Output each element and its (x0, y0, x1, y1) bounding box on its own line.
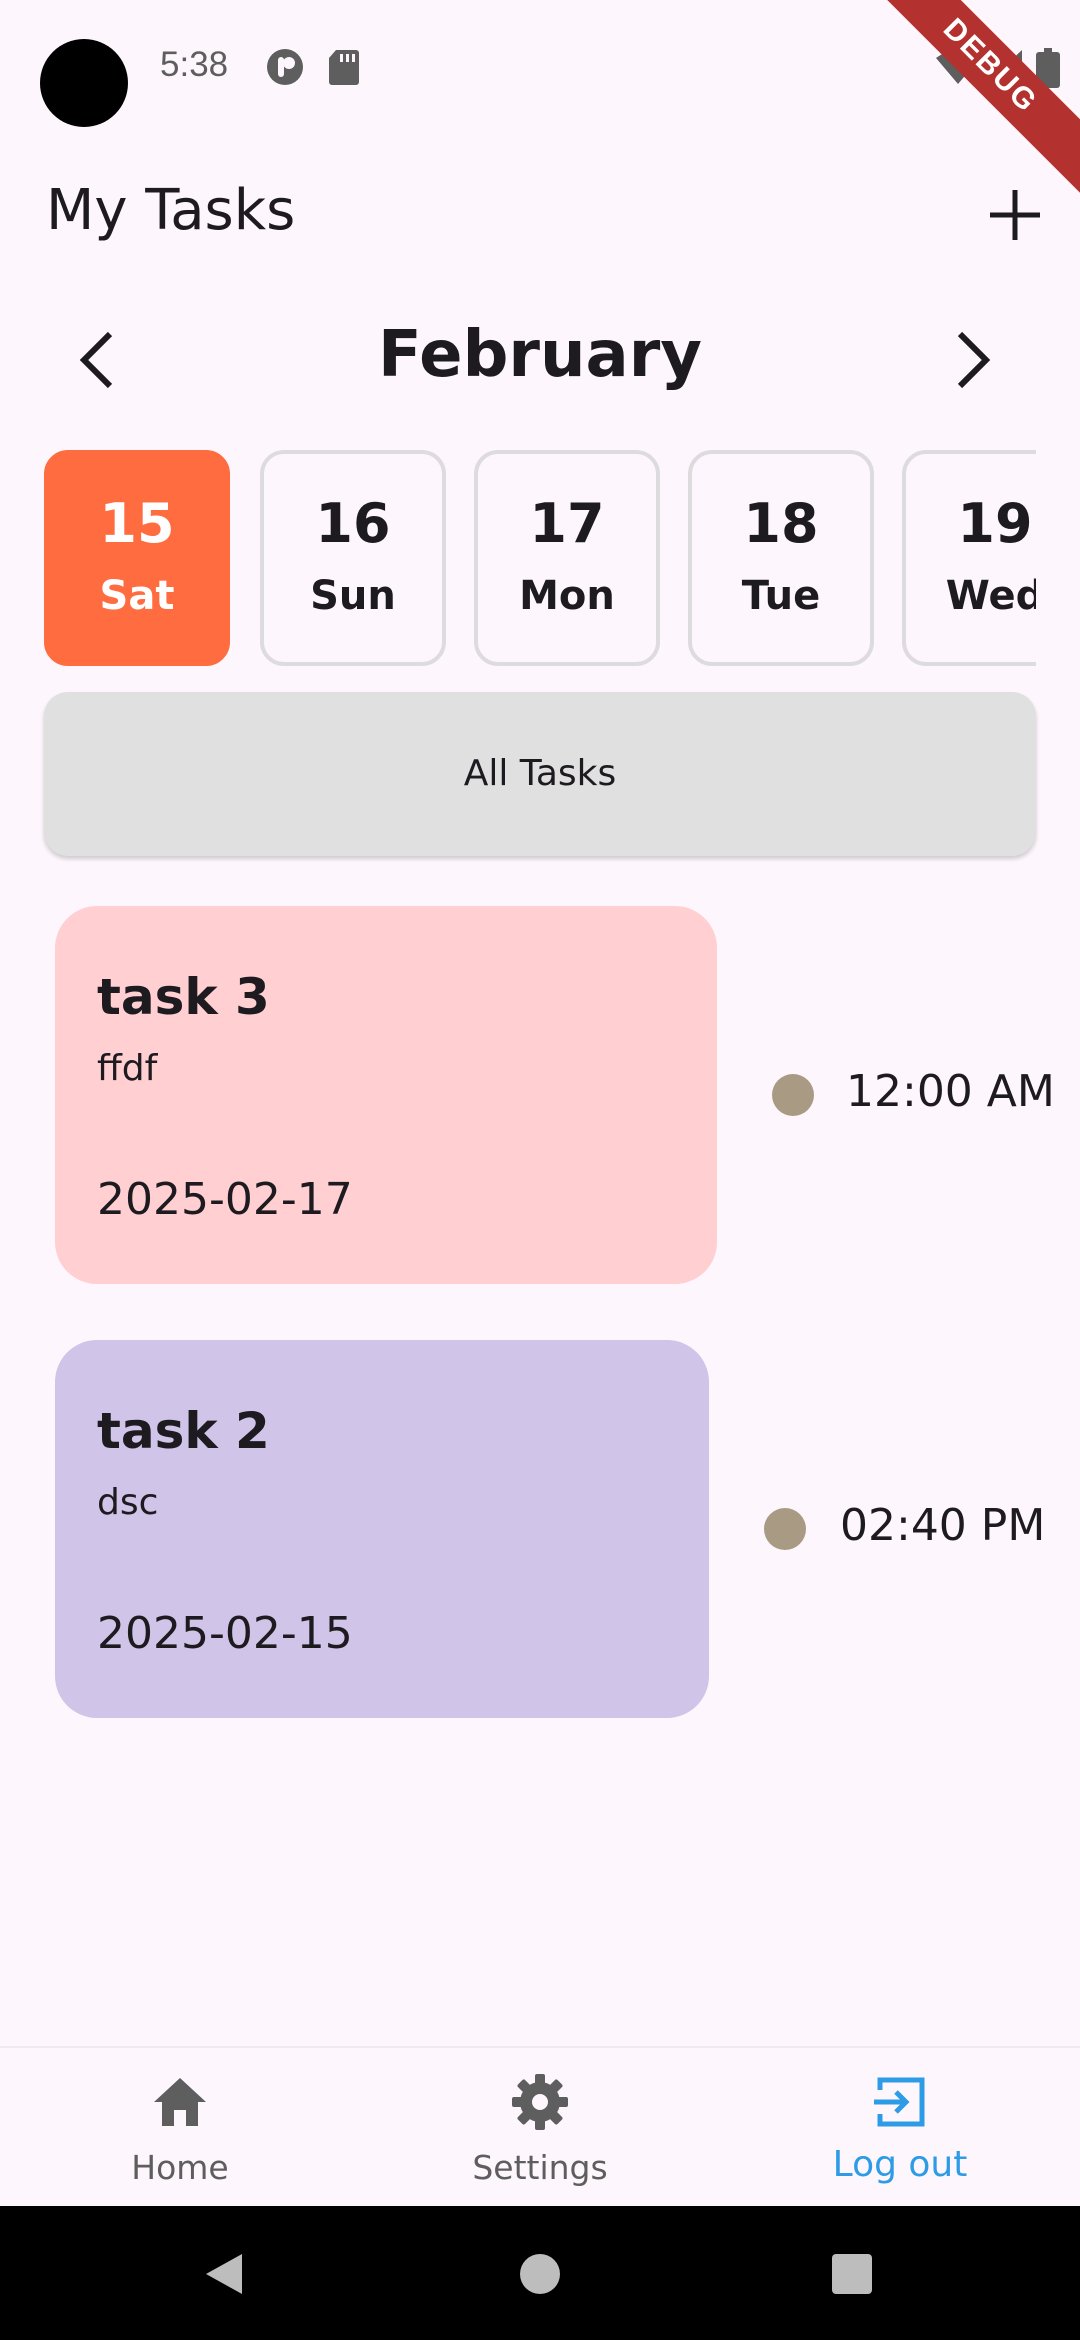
day-card-19[interactable]: 19 Wed (902, 450, 1036, 666)
task-card[interactable]: task 2 dsc 2025-02-15 (55, 1340, 709, 1718)
task-time-dot (772, 1074, 814, 1116)
task-date: 2025-02-17 (97, 1174, 353, 1225)
task-title: task 2 (97, 1402, 270, 1460)
nav-settings[interactable]: Settings (360, 2048, 720, 2208)
debug-banner: DEBUG (858, 0, 1080, 198)
day-name: Mon (519, 573, 615, 619)
day-number: 15 (99, 492, 175, 555)
page-title: My Tasks (46, 178, 296, 243)
day-card-17[interactable]: 17 Mon (474, 450, 660, 666)
task-card[interactable]: task 3 ffdf 2025-02-17 (55, 906, 717, 1284)
nav-logout[interactable]: Log out (720, 2048, 1080, 2208)
podcast-icon (267, 49, 303, 85)
nav-home[interactable]: Home (0, 2048, 360, 2208)
task-date: 2025-02-15 (97, 1608, 353, 1659)
day-number: 16 (315, 492, 391, 555)
home-icon (154, 2078, 206, 2126)
recents-icon[interactable] (830, 2252, 874, 2296)
bottom-navigation: Home Settings Log out (0, 2046, 1080, 2208)
day-number: 19 (957, 492, 1033, 555)
nav-label: Settings (472, 2148, 608, 2187)
sd-card-icon (329, 50, 359, 85)
home-button-icon[interactable] (518, 2252, 562, 2296)
day-number: 18 (743, 492, 819, 555)
status-bar: 5:38 DEBUG (0, 0, 1080, 198)
task-title: task 3 (97, 968, 270, 1026)
task-description: ffdf (97, 1048, 158, 1089)
system-navigation-bar (0, 2206, 1080, 2340)
gear-icon (512, 2074, 568, 2130)
day-number: 17 (529, 492, 605, 555)
day-name: Tue (741, 573, 821, 619)
plus-icon[interactable] (980, 180, 1050, 250)
chevron-left-icon[interactable] (70, 320, 130, 400)
back-icon[interactable] (200, 2250, 248, 2298)
camera-cutout (40, 39, 128, 127)
day-name: Sun (310, 573, 396, 619)
chevron-right-icon[interactable] (940, 320, 1000, 400)
task-time-dot (764, 1508, 806, 1550)
task-description: dsc (97, 1482, 159, 1523)
day-card-16[interactable]: 16 Sun (260, 450, 446, 666)
nav-label: Log out (832, 2144, 968, 2185)
task-time: 02:40 PM (840, 1500, 1046, 1551)
day-card-18[interactable]: 18 Tue (688, 450, 874, 666)
nav-label: Home (131, 2148, 229, 2187)
day-name: Wed (945, 573, 1036, 619)
day-name: Sat (99, 573, 175, 619)
day-selector: 15 Sat 16 Sun 17 Mon 18 Tue 19 Wed (44, 450, 1036, 670)
month-title: February (378, 318, 702, 392)
day-card-15[interactable]: 15 Sat (44, 450, 230, 666)
task-time: 12:00 AM (846, 1066, 1055, 1117)
all-tasks-button[interactable]: All Tasks (44, 692, 1036, 856)
status-time: 5:38 (160, 45, 229, 84)
logout-icon (874, 2077, 925, 2127)
